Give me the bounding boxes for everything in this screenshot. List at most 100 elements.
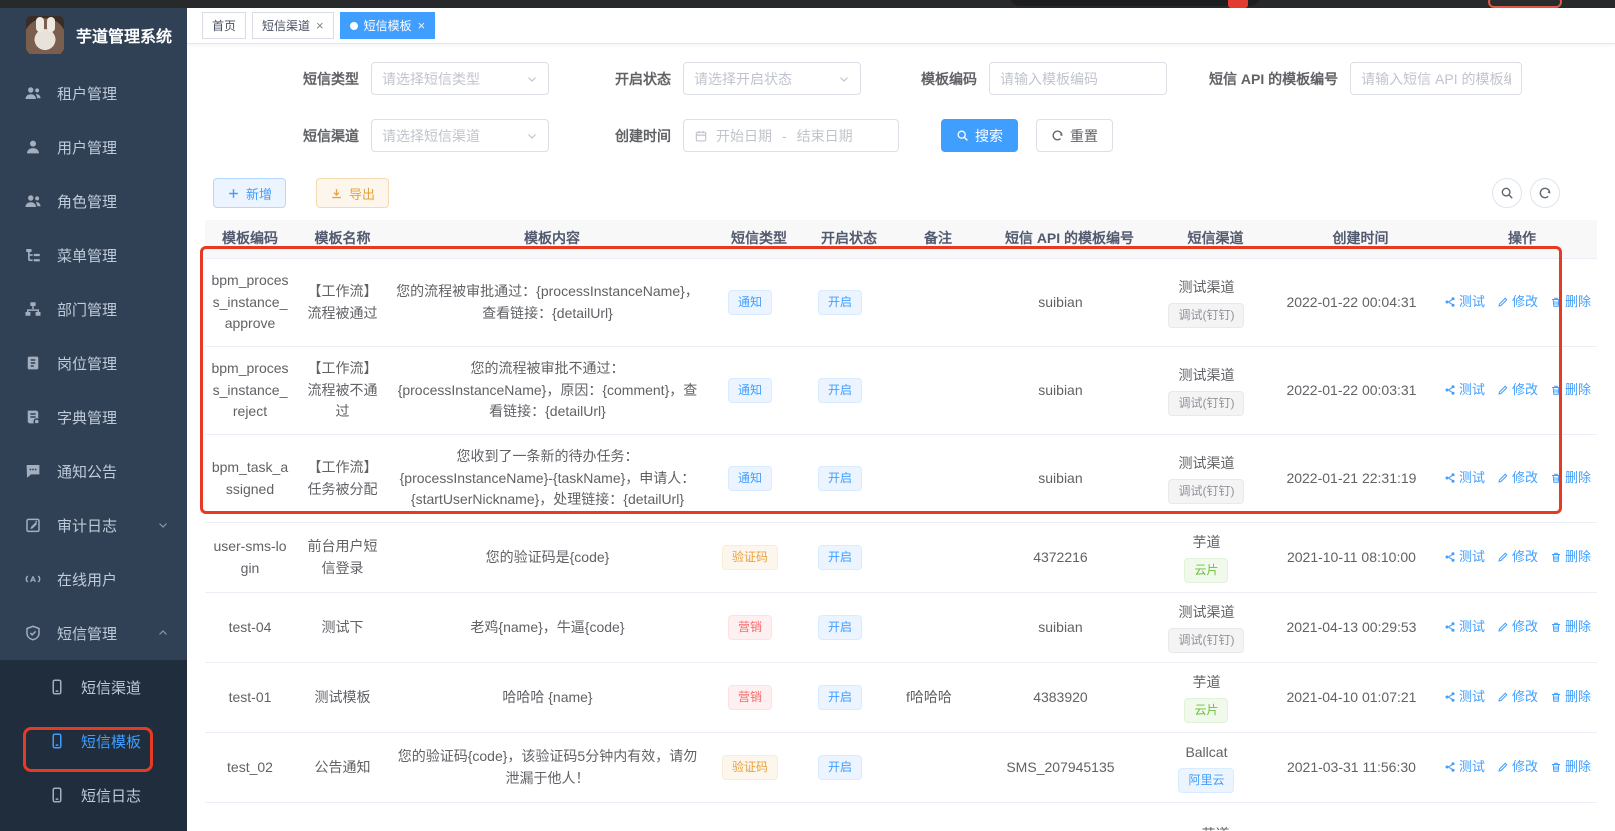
sidebar-item-tenant[interactable]: 租户管理 <box>0 66 187 120</box>
tags-view-bar: 首页 短信渠道 × 短信模板 × <box>187 8 1615 44</box>
type-tag: 营销 <box>727 615 772 640</box>
cell-name <box>295 803 390 831</box>
sidebar-item-online-users[interactable]: 在线用户 <box>0 552 187 606</box>
reset-button[interactable]: 重置 <box>1036 119 1113 152</box>
delete-link[interactable]: 删除 <box>1550 468 1591 488</box>
chevron-up-icon <box>157 627 169 639</box>
test-link[interactable]: 测试 <box>1444 687 1485 707</box>
edit-icon <box>1497 384 1509 396</box>
edit-link[interactable]: 修改 <box>1497 757 1538 777</box>
share-icon <box>1444 621 1456 633</box>
filter-template-code: 模板编码 请输入模板编码 <box>921 62 1167 95</box>
cell-code: bpm_process_instance_reject <box>211 359 289 420</box>
cell-status: 开启 <box>795 663 885 732</box>
test-link[interactable]: 测试 <box>1444 468 1485 488</box>
sidebar-menu: 租户管理 用户管理 角色管理 菜单管理 部门管理 岗位管理 字典管理 通知公告 … <box>0 66 187 831</box>
cell-remark <box>885 347 973 434</box>
test-link[interactable]: 测试 <box>1444 380 1485 400</box>
cell-create-time <box>1274 803 1447 831</box>
phone-icon <box>48 786 66 804</box>
sms-channel-select[interactable]: 请选择短信渠道 <box>371 119 549 152</box>
status-tag[interactable]: 开启 <box>817 466 862 491</box>
close-icon[interactable]: × <box>316 19 324 32</box>
test-link[interactable]: 测试 <box>1444 757 1485 777</box>
test-link[interactable]: 测试 <box>1444 547 1485 567</box>
cell-remark: f哈哈哈 <box>906 688 952 705</box>
edit-link[interactable]: 修改 <box>1497 687 1538 707</box>
table-row: test-01 测试模板 哈哈哈 {name} 营销 开启 f哈哈哈 43839… <box>205 663 1597 733</box>
status-tag[interactable]: 开启 <box>817 755 862 780</box>
sidebar-item-sms-channel[interactable]: 短信渠道 <box>0 660 187 714</box>
cell-content: 您的验证码{code}，该验证码5分钟内有效，请勿泄漏于他人！ <box>397 747 698 786</box>
delete-link[interactable]: 删除 <box>1550 380 1591 400</box>
col-header: 开启状态 <box>821 230 877 247</box>
badge-icon <box>24 354 42 372</box>
channel-tag: 云片 <box>1184 698 1229 724</box>
edit-link[interactable]: 修改 <box>1497 292 1538 312</box>
api-template-code-input[interactable]: 请输入短信 API 的模板编 <box>1350 62 1523 95</box>
logo[interactable]: 芋道管理系统 <box>0 8 187 62</box>
edit-icon <box>1497 551 1509 563</box>
edit-link[interactable]: 修改 <box>1497 547 1538 567</box>
sms-type-select[interactable]: 请选择短信类型 <box>371 62 549 95</box>
status-tag[interactable]: 开启 <box>817 685 862 710</box>
delete-link[interactable]: 删除 <box>1550 757 1591 777</box>
show-search-button[interactable] <box>1492 178 1522 208</box>
browser-addressbar-fragment <box>1010 0 1260 6</box>
sidebar-item-label: 短信日志 <box>81 787 142 805</box>
edit-link[interactable]: 修改 <box>1497 468 1538 488</box>
browser-chrome-strip <box>0 0 1615 8</box>
edit-link[interactable]: 修改 <box>1497 617 1538 637</box>
cell-ops: 测试 修改 删除 <box>1438 593 1597 662</box>
chevron-down-icon <box>526 73 538 85</box>
table-row: 芋道 <box>205 803 1597 831</box>
sidebar-item-sms-management[interactable]: 短信管理 <box>0 606 187 660</box>
sidebar-item-audit-log[interactable]: 审计日志 <box>0 498 187 552</box>
refresh-table-button[interactable] <box>1530 178 1560 208</box>
type-tag: 通知 <box>727 290 772 315</box>
sidebar-item-dept[interactable]: 部门管理 <box>0 282 187 336</box>
delete-link[interactable]: 删除 <box>1550 617 1591 637</box>
cell-api-code: 4372216 <box>1033 548 1088 565</box>
cell-create-time: 2021-04-10 01:07:21 <box>1286 688 1417 705</box>
share-icon <box>1444 384 1456 396</box>
delete-link[interactable]: 删除 <box>1550 547 1591 567</box>
edit-link[interactable]: 修改 <box>1497 380 1538 400</box>
sidebar-item-user[interactable]: 用户管理 <box>0 120 187 174</box>
sidebar-item-sms-log[interactable]: 短信日志 <box>0 768 187 822</box>
channel-name: 芋道 <box>1192 533 1221 550</box>
sidebar-item-dict[interactable]: 字典管理 <box>0 390 187 444</box>
cell-type: 通知 <box>705 259 795 346</box>
sidebar-item-role[interactable]: 角色管理 <box>0 174 187 228</box>
phone-icon <box>48 678 66 696</box>
sms-type-label: 短信类型 <box>303 70 359 87</box>
sidebar-item-menu[interactable]: 菜单管理 <box>0 228 187 282</box>
col-header: 模板名称 <box>314 230 371 247</box>
test-link[interactable]: 测试 <box>1444 292 1485 312</box>
tab-sms-template[interactable]: 短信模板 × <box>339 12 436 39</box>
tab-sms-channel[interactable]: 短信渠道 × <box>252 12 334 39</box>
status-tag[interactable]: 开启 <box>817 545 862 570</box>
status-tag[interactable]: 开启 <box>817 615 862 640</box>
status-tag[interactable]: 开启 <box>817 290 862 315</box>
tab-home[interactable]: 首页 <box>202 12 247 39</box>
sidebar-item-post[interactable]: 岗位管理 <box>0 336 187 390</box>
status-tag[interactable]: 开启 <box>817 378 862 403</box>
date-range-picker[interactable]: 开始日期 - 结束日期 <box>683 119 899 152</box>
cell-api-code: 4383920 <box>1033 688 1088 705</box>
close-icon[interactable]: × <box>418 19 426 32</box>
sidebar-item-sms-template[interactable]: 短信模板 <box>0 714 187 768</box>
sidebar: 芋道管理系统 租户管理 用户管理 角色管理 菜单管理 部门管理 岗位管理 字典管… <box>0 8 187 831</box>
template-code-input[interactable]: 请输入模板编码 <box>989 62 1167 95</box>
search-button[interactable]: 搜索 <box>941 119 1018 152</box>
status-select[interactable]: 请选择开启状态 <box>683 62 861 95</box>
add-button[interactable]: 新增 <box>213 178 287 208</box>
cell-type: 通知 <box>705 435 795 522</box>
sidebar-item-notice[interactable]: 通知公告 <box>0 444 187 498</box>
export-button[interactable]: 导出 <box>316 178 390 208</box>
filter-status: 开启状态 请选择开启状态 <box>599 62 861 95</box>
delete-link[interactable]: 删除 <box>1550 687 1591 707</box>
channel-name: 芋道 <box>1202 824 1230 831</box>
delete-link[interactable]: 删除 <box>1550 292 1591 312</box>
test-link[interactable]: 测试 <box>1444 617 1485 637</box>
